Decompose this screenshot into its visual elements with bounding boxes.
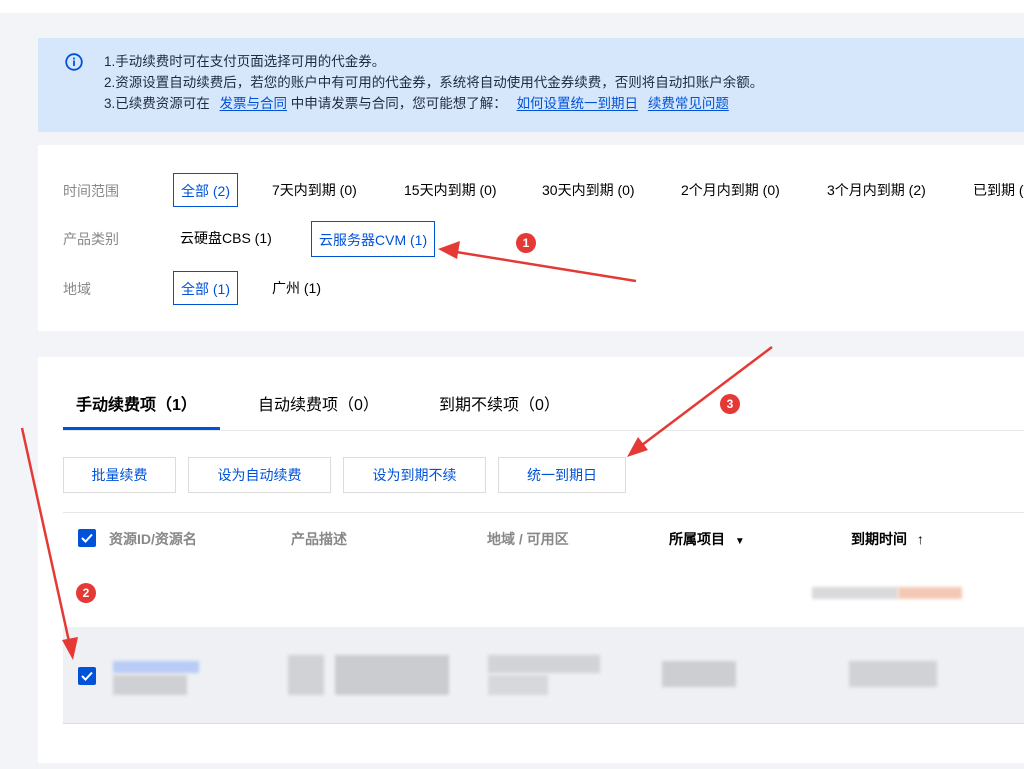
col-region-zone: 地域 / 可用区: [487, 531, 569, 547]
table-header: 资源ID/资源名 产品描述 地域 / 可用区 所属项目 ▼ 到期时间 ↑: [63, 512, 1024, 564]
notice-line-2: 2.资源设置自动续费后，若您的账户中有可用的代金券，系统将自动使用代金券续费，否…: [104, 75, 764, 90]
time-option-7d[interactable]: 7天内到期 (0): [272, 173, 357, 207]
col-product-desc: 产品描述: [291, 531, 347, 547]
redacted-expiry: [812, 587, 898, 599]
time-option-30d[interactable]: 30天内到期 (0): [542, 173, 635, 207]
unify-expiry-button[interactable]: 统一到期日: [498, 457, 626, 493]
time-option-2m[interactable]: 2个月内到期 (0): [681, 173, 780, 207]
tab-auto-renewal[interactable]: 自动续费项（0）: [258, 391, 379, 415]
sort-asc-icon[interactable]: ↑: [917, 531, 924, 547]
table-row: [63, 563, 1024, 628]
annotation-marker-3: 3: [720, 394, 740, 414]
col-resource-id[interactable]: 资源ID/资源名: [109, 529, 197, 549]
row-checkbox[interactable]: [78, 667, 96, 685]
region-option-guangzhou[interactable]: 广州 (1): [272, 271, 321, 305]
set-no-renew-button[interactable]: 设为到期不续: [343, 457, 486, 493]
annotation-marker-2: 2: [76, 583, 96, 603]
notice-text: 1.手动续费时可在支付页面选择可用的代金券。 2.资源设置自动续费后，若您的账户…: [104, 51, 763, 114]
notice-line-3-prefix: 3.已续费资源可在: [104, 96, 210, 111]
tab-no-renewal[interactable]: 到期不续项（0）: [439, 391, 560, 415]
redacted-resource-id[interactable]: [113, 661, 199, 673]
filter-icon[interactable]: ▼: [735, 536, 745, 547]
redacted-project: [662, 661, 736, 687]
redacted-zone: [488, 675, 548, 695]
redacted-product-desc-b: [335, 655, 449, 695]
set-auto-renew-button[interactable]: 设为自动续费: [188, 457, 331, 493]
product-option-cbs[interactable]: 云硬盘CBS (1): [180, 221, 272, 255]
tabs-divider: [63, 430, 1024, 431]
notice-line-1: 1.手动续费时可在支付页面选择可用的代金券。: [104, 54, 386, 69]
annotation-marker-1: 1: [516, 233, 536, 253]
time-option-expired[interactable]: 已到期 (: [973, 173, 1024, 207]
renewal-faq-link[interactable]: 续费常见问题: [648, 96, 729, 111]
redacted-region: [488, 655, 600, 673]
select-all-checkbox[interactable]: [78, 529, 96, 547]
col-project[interactable]: 所属项目 ▼: [669, 529, 745, 549]
region-row: 地域 全部 (1) 广州 (1): [38, 271, 1024, 305]
renewal-list-panel: 手动续费项（1） 自动续费项（0） 到期不续项（0） 批量续费 设为自动续费 设…: [38, 357, 1024, 763]
time-option-15d[interactable]: 15天内到期 (0): [404, 173, 497, 207]
time-option-all[interactable]: 全部 (2): [173, 173, 238, 207]
redacted-resource-name: [113, 675, 187, 695]
batch-renew-button[interactable]: 批量续费: [63, 457, 176, 493]
active-tab-indicator: [63, 427, 220, 430]
col-expiry[interactable]: 到期时间 ↑: [851, 529, 924, 549]
notice-line-3-mid: 中申请发票与合同，您可能想了解：: [290, 96, 507, 111]
time-range-row: 时间范围 全部 (2) 7天内到期 (0) 15天内到期 (0) 30天内到期 …: [38, 173, 1024, 207]
top-strip: [0, 0, 1024, 13]
time-option-3m[interactable]: 3个月内到期 (2): [827, 173, 926, 207]
check-icon: [81, 533, 93, 543]
check-icon: [81, 671, 93, 681]
table-row-selected[interactable]: [63, 627, 1024, 724]
tab-manual-renewal[interactable]: 手动续费项（1）: [76, 391, 197, 415]
col-expiry-label: 到期时间: [851, 531, 907, 547]
redacted-product-desc-a: [288, 655, 324, 695]
product-option-cvm[interactable]: 云服务器CVM (1): [311, 221, 436, 257]
redacted-expiry-tag: [898, 587, 962, 599]
info-icon: [65, 53, 83, 71]
invoice-contract-link[interactable]: 发票与合同: [220, 96, 288, 111]
unify-expiry-help-link[interactable]: 如何设置统一到期日: [517, 96, 639, 111]
product-type-label: 产品类别: [63, 231, 119, 247]
col-project-label: 所属项目: [669, 531, 725, 547]
notice-line-3: 3.已续费资源可在 发票与合同 中申请发票与合同，您可能想了解： 如何设置统一到…: [104, 93, 763, 114]
region-label: 地域: [63, 281, 91, 297]
time-range-label: 时间范围: [63, 183, 119, 199]
region-option-all[interactable]: 全部 (1): [173, 271, 238, 305]
redacted-expiry-date: [849, 661, 937, 687]
